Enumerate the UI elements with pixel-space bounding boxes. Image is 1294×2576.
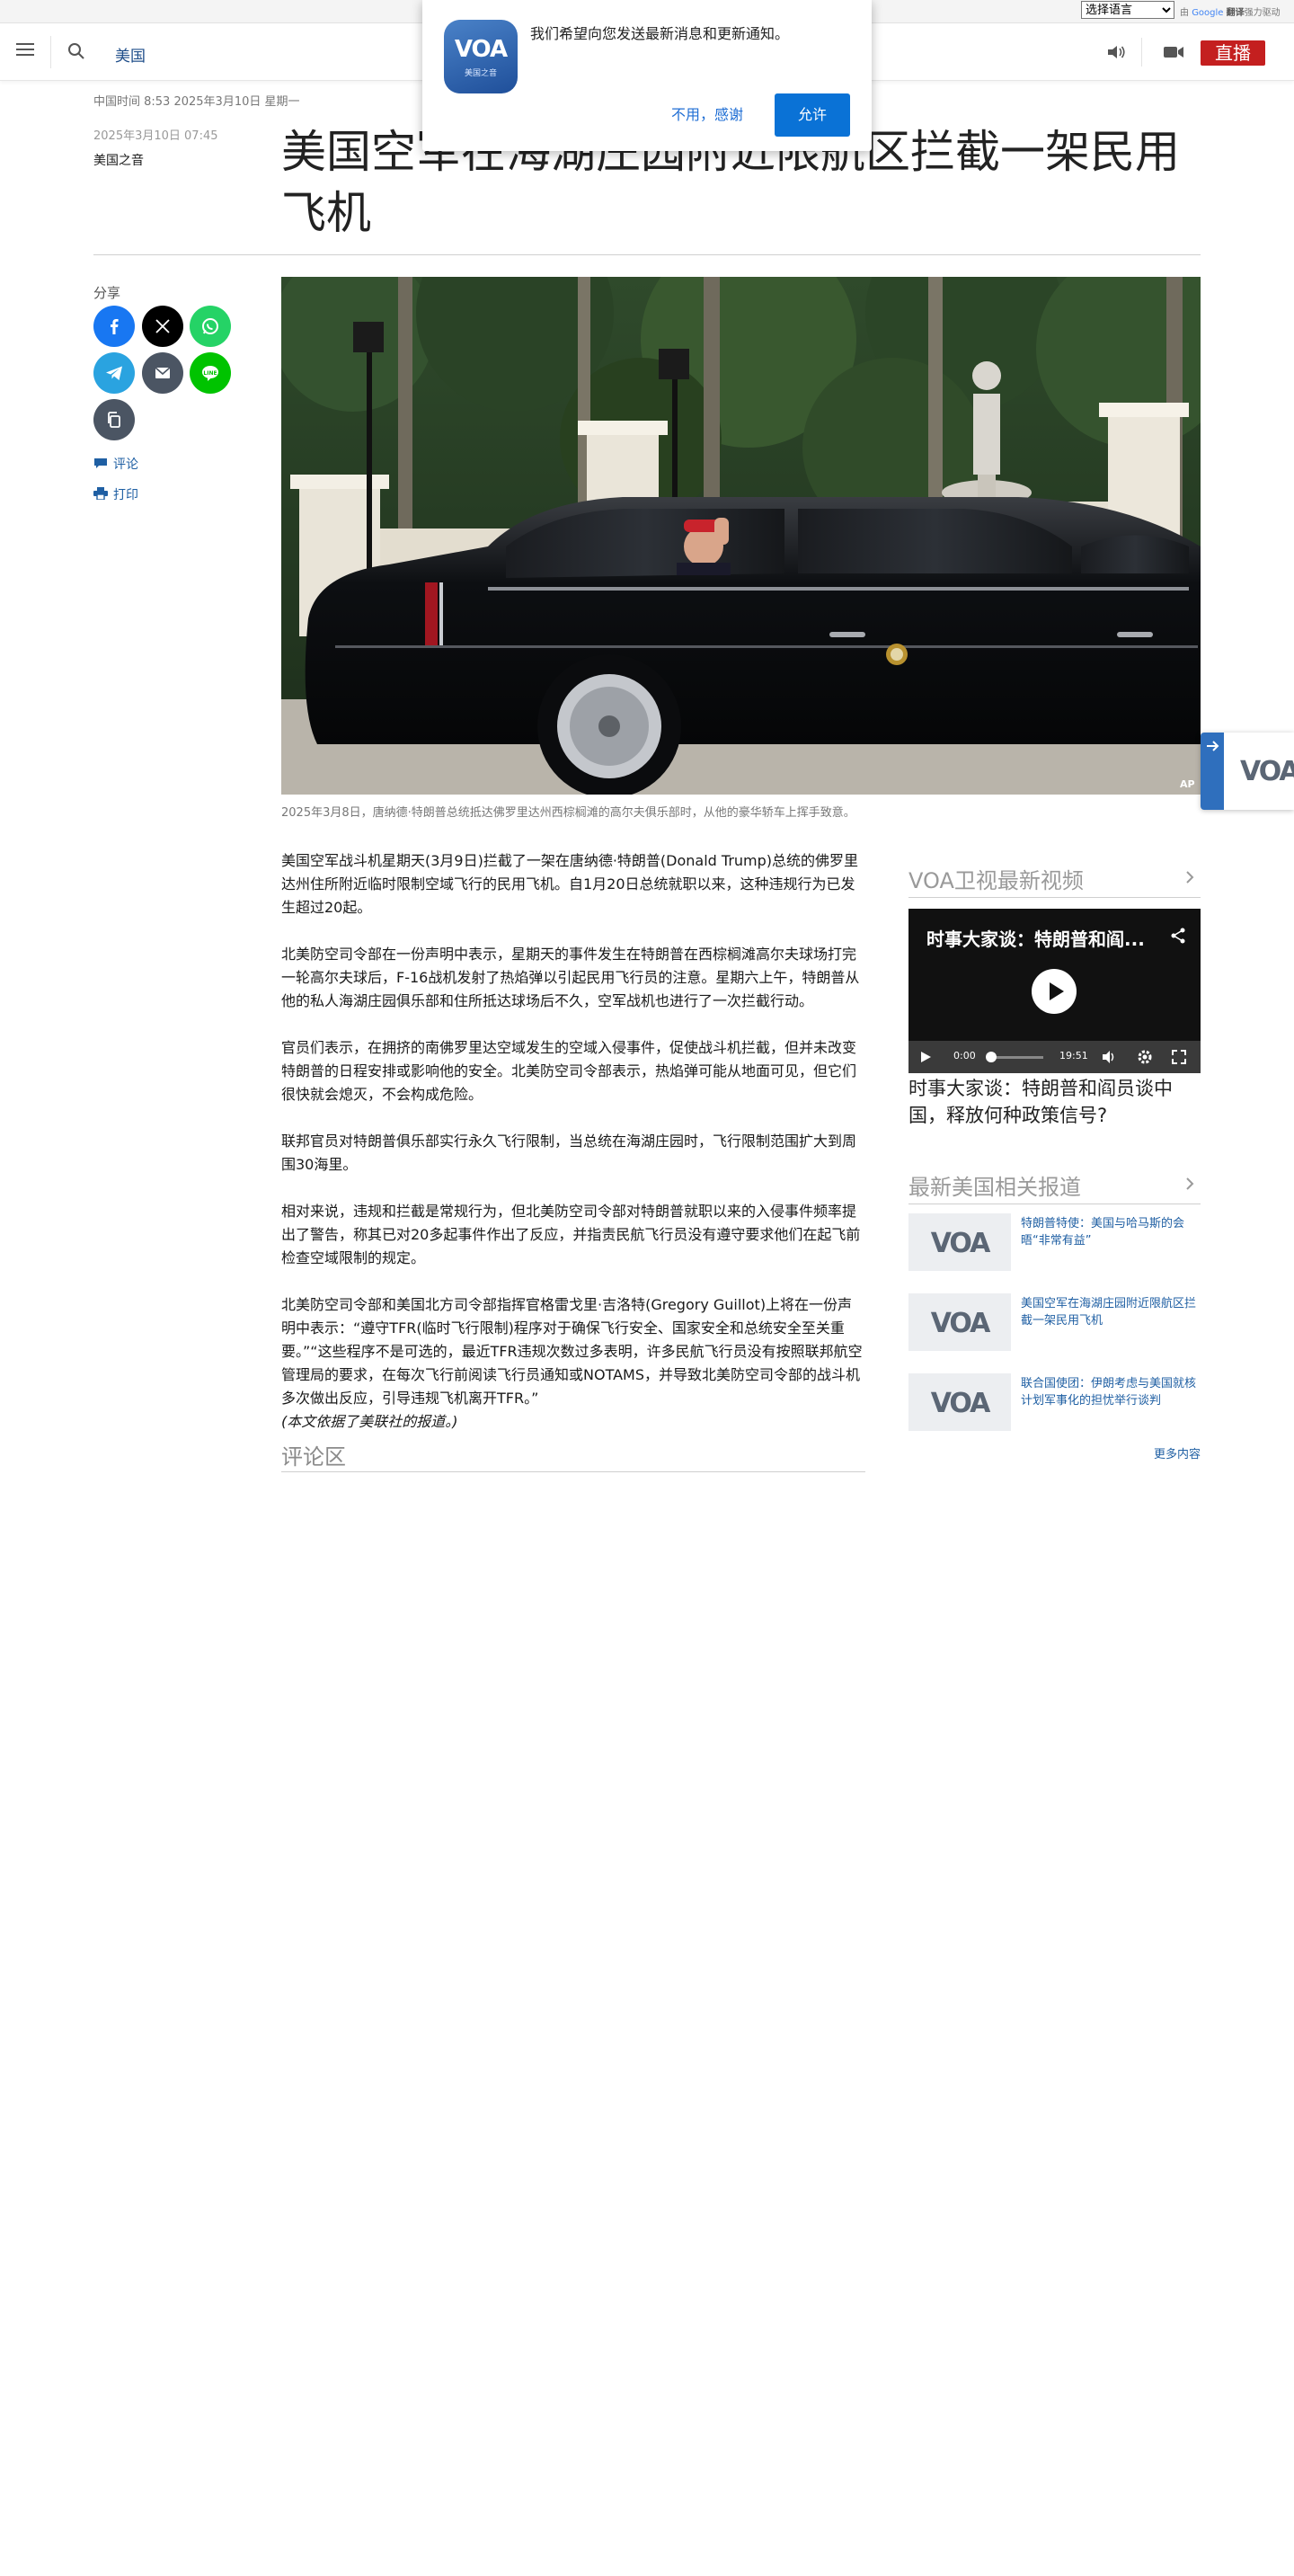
comment-label: 评论 — [113, 457, 138, 472]
language-select[interactable]: 选择语言 — [1081, 1, 1174, 19]
story-title: 特朗普特使：美国与哈马斯的会晤“非常有益” — [1021, 1217, 1185, 1248]
arrow-right-icon — [1207, 741, 1219, 751]
comments-divider — [281, 1471, 865, 1472]
copy-icon — [108, 412, 120, 428]
notification-allow-button[interactable]: 允许 — [775, 93, 850, 137]
story-title: 美国空军在海湖庄园附近限航区拦截一架民用飞机 — [1021, 1297, 1197, 1328]
google-translate-attribution[interactable]: 由 Google 翻译强力驱动 — [1180, 4, 1281, 18]
translate-word: 翻译 — [1226, 8, 1245, 18]
share-telegram-button[interactable] — [93, 352, 135, 394]
story-thumbnail: VOA — [908, 1213, 1011, 1271]
email-icon — [155, 367, 171, 378]
article-source-note: (本文依据了美联社的报道。) — [281, 1413, 458, 1430]
video-camera-icon[interactable] — [1163, 45, 1184, 59]
voa-logo-subtext: 美国之音 — [464, 69, 497, 78]
headline-divider — [93, 254, 1201, 255]
svg-text:LINE: LINE — [203, 370, 217, 377]
play-control-icon[interactable] — [917, 1049, 934, 1065]
related-story[interactable]: VOA 联合国使团：伊朗考虑与美国就核计划军事化的担忧举行谈判 — [908, 1373, 1201, 1433]
article-paragraph: 官员们表示，在拥挤的南佛罗里达空域发生的空域入侵事件，促使战斗机拦截，但并未改变… — [281, 1039, 857, 1103]
image-credit: AP — [1180, 778, 1195, 790]
share-whatsapp-button[interactable] — [190, 306, 231, 347]
comments-heading: 评论区 — [281, 1444, 346, 1470]
fullscreen-icon[interactable] — [1171, 1049, 1187, 1065]
story-thumbnail: VOA — [908, 1373, 1011, 1431]
whatsapp-icon — [202, 318, 218, 334]
telegram-icon — [106, 366, 122, 380]
live-button[interactable]: 直播 — [1201, 40, 1265, 66]
volume-icon[interactable] — [1101, 1049, 1117, 1065]
print-icon — [93, 487, 108, 501]
powered-tail: 强力驱动 — [1244, 8, 1281, 18]
more-content-link[interactable]: 更多内容 — [1154, 1444, 1201, 1461]
section-link-us[interactable]: 美国 — [115, 43, 146, 66]
article-author[interactable]: 美国之音 — [93, 151, 144, 169]
print-label: 打印 — [113, 488, 138, 502]
header-divider — [50, 36, 51, 68]
video-player-title: 时事大家谈：特朗普和阎... — [926, 928, 1145, 950]
video-player[interactable]: 时事大家谈：特朗普和阎... 0:00 19:51 — [908, 909, 1201, 1073]
share-icon[interactable] — [1169, 927, 1187, 945]
video-section-divider — [908, 897, 1201, 898]
voa-logo: VOA — [930, 1388, 991, 1419]
voa-logo-text: VOA — [454, 36, 508, 63]
voa-logo: VOA — [1240, 756, 1294, 787]
related-story[interactable]: VOA 美国空军在海湖庄园附近限航区拦截一架民用飞机 — [908, 1293, 1201, 1353]
image-caption: 2025年3月8日，唐纳德·特朗普总统抵达佛罗里达州西棕榈滩的高尔夫俱乐部时，从… — [281, 806, 855, 820]
video-total-time: 19:51 — [1059, 1050, 1088, 1061]
search-icon[interactable] — [66, 41, 86, 61]
share-label: 分享 — [93, 285, 121, 301]
related-story[interactable]: VOA 特朗普特使：美国与哈马斯的会晤“非常有益” — [908, 1213, 1201, 1273]
speaker-icon[interactable] — [1105, 43, 1127, 61]
facebook-icon — [111, 319, 119, 334]
voa-app-logo: VOA 美国之音 — [444, 20, 518, 93]
publish-date: 2025年3月10日 07:45 — [93, 129, 218, 143]
video-caption-link[interactable]: 时事大家谈：特朗普和阎员谈中国，释放何种政策信号? — [908, 1075, 1201, 1129]
article-paragraph: 美国空军战斗机星期天(3月9日)拦截了一架在唐纳德·特朗普(Donald Tru… — [281, 852, 859, 916]
hamburger-icon[interactable] — [16, 43, 34, 58]
comment-link[interactable]: 评论 — [93, 455, 138, 473]
article-paragraph: 北美防空司令部和美国北方司令部指挥官格雷戈里·吉洛特(Gregory Guill… — [281, 1296, 863, 1407]
notification-message: 我们希望向您发送最新消息和更新通知。 — [530, 25, 790, 42]
header-divider — [1141, 38, 1142, 67]
copy-link-button[interactable] — [93, 399, 135, 440]
article-paragraph: 联邦官员对特朗普俱乐部实行永久飞行限制，当总统在海湖庄园时，飞行限制范围扩大到周… — [281, 1133, 857, 1173]
video-current-time: 0:00 — [953, 1050, 976, 1061]
video-progress-track[interactable] — [989, 1056, 1043, 1059]
google-wordmark: Google — [1192, 8, 1224, 18]
line-icon: LINE — [202, 366, 218, 381]
float-tab-strip — [1201, 733, 1224, 810]
related-section-heading[interactable]: 最新美国相关报道 — [908, 1169, 1201, 1201]
print-link[interactable]: 打印 — [93, 485, 138, 503]
play-icon[interactable] — [1032, 969, 1077, 1014]
chevron-right-icon[interactable] — [1184, 1177, 1195, 1191]
voa-logo: VOA — [930, 1228, 991, 1259]
chevron-right-icon[interactable] — [1184, 870, 1195, 884]
voa-logo: VOA — [930, 1308, 991, 1339]
video-progress-handle[interactable] — [986, 1052, 997, 1062]
settings-gear-icon[interactable] — [1137, 1049, 1153, 1065]
story-thumbnail: VOA — [908, 1293, 1011, 1351]
notification-deny-button[interactable]: 不用，感谢 — [658, 93, 757, 137]
share-line-button[interactable]: LINE — [190, 352, 231, 394]
share-facebook-button[interactable] — [93, 306, 135, 347]
article-paragraph: 北美防空司令部在一份声明中表示，星期天的事件发生在特朗普在西棕榈滩高尔夫球场打完… — [281, 946, 860, 1009]
story-title: 联合国使团：伊朗考虑与美国就核计划军事化的担忧举行谈判 — [1021, 1377, 1197, 1408]
dateline: 中国时间 8:53 2025年3月10日 星期一 — [93, 95, 300, 109]
powered-prefix: 由 — [1180, 8, 1189, 18]
floating-next-article-tab[interactable]: VOA — [1201, 733, 1294, 810]
x-icon — [155, 319, 170, 333]
article-hero-image: AP — [281, 277, 1201, 795]
share-email-button[interactable] — [142, 352, 183, 394]
notification-permission-dialog: VOA 美国之音 我们希望向您发送最新消息和更新通知。 不用，感谢 允许 — [422, 0, 872, 151]
video-section-heading[interactable]: VOA卫视最新视频 — [908, 863, 1201, 894]
comment-icon — [93, 457, 108, 469]
share-x-button[interactable] — [142, 306, 183, 347]
article-paragraph: 相对来说，违规和拦截是常规行为，但北美防空司令部对特朗普就职以来的入侵事件频率提… — [281, 1203, 861, 1266]
article-body: 美国空军战斗机星期天(3月9日)拦截了一架在唐纳德·特朗普(Donald Tru… — [281, 849, 865, 1457]
video-control-bar: 0:00 19:51 — [908, 1041, 1201, 1073]
